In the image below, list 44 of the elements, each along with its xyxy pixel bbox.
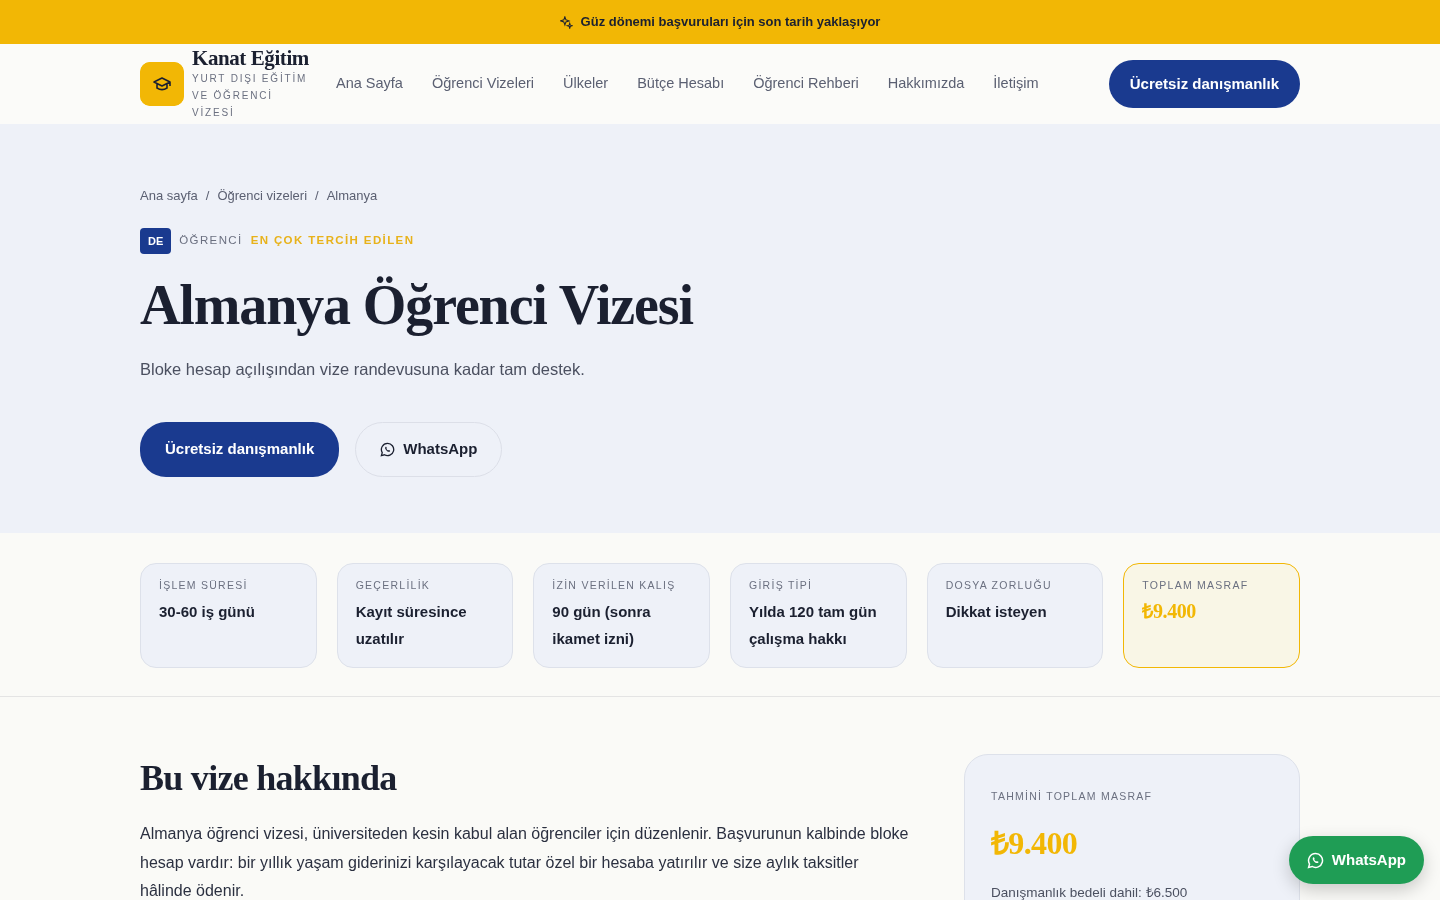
whatsapp-icon — [380, 441, 396, 457]
stat-value: ₺9.400 — [1142, 598, 1197, 624]
consultation-button[interactable]: Ücretsiz danışmanlık — [1108, 60, 1300, 108]
breadcrumb-separator: / — [315, 187, 319, 205]
whatsapp-icon — [1306, 851, 1324, 869]
breadcrumb-link[interactable]: Ana sayfa — [140, 186, 198, 206]
whatsapp-button[interactable]: WhatsApp — [1288, 836, 1424, 884]
breadcrumb-separator: / — [205, 187, 210, 205]
popular-tag: EN ÇOK TERCİH EDİLEN — [250, 232, 415, 250]
about-paragraph: Almanya öğrenci vizesi, üniversiteden kesin kabul alan öğrenciler için düzenlenir. Başvurunun kalbinde bloke hesap vardır: bir yıllık yaşam giderinizi karşılayacak tutar özel bir hesaba yatırılır ve size aylık taksitler hâlinde ödenir. — [140, 824, 910, 900]
nav-link[interactable]: Ana Sayfa — [336, 73, 403, 95]
stat-label: İŞLEM SÜRESİ — [159, 578, 249, 593]
stat-label: DOSYA ZORLUĞU — [945, 578, 1053, 593]
stat-value: 30-60 iş günü — [159, 601, 256, 622]
nav-link[interactable]: Öğrenci Vizeleri — [431, 73, 534, 95]
section-heading: Bu vize hakkında — [140, 757, 398, 800]
nav-link[interactable]: Ülkeler — [563, 73, 609, 95]
nav-link[interactable]: Hakkımızda — [887, 73, 965, 95]
hero-subtitle: Bloke hesap açılışından vize randevusuna kadar tam destek. — [140, 359, 586, 381]
announcement-text: Güz dönemi başvuruları için son tarih yaklaşıyor — [580, 13, 881, 32]
category-label: ÖĞRENCİ — [179, 233, 243, 249]
cost-note: Danışmanlık bedeli dahil: ₺6.500 — [991, 883, 1189, 900]
stat-value: 90 gün (sonra ikamet izni) — [552, 601, 652, 649]
cost-label: TAHMİNİ TOPLAM MASRAF — [991, 789, 1154, 804]
page-title: Almanya Öğrenci Vizesi — [140, 273, 695, 338]
stat-value: Kayıt süresince uzatılır — [355, 601, 468, 649]
stat-value: Dikkat isteyen — [945, 601, 1048, 622]
stat-label: GEÇERLİLİK — [355, 578, 432, 593]
brand-name[interactable]: Kanat Eğitim — [192, 46, 312, 71]
stat-label: GİRİŞ TİPİ — [749, 578, 814, 593]
consultation-button[interactable]: Ücretsiz danışmanlık — [140, 421, 340, 477]
stat-label: TOPLAM MASRAF — [1142, 578, 1250, 593]
stat-value: Yılda 120 tam gün çalışma hakkı — [749, 601, 878, 649]
nav-link[interactable]: Öğrenci Rehberi — [753, 73, 859, 95]
nav-link[interactable]: Bütçe Hesabı — [637, 73, 725, 95]
nav-link[interactable]: İletişim — [993, 73, 1039, 95]
graduation-cap-logo-icon[interactable] — [140, 62, 184, 106]
stat-label: İZİN VERİLEN KALIŞ — [552, 578, 677, 593]
breadcrumb-current: Almanya — [326, 187, 378, 205]
breadcrumb-link[interactable]: Öğrenci vizeleri — [217, 186, 308, 206]
sparkle-icon — [559, 15, 573, 29]
cost-amount: ₺9.400 — [991, 823, 1079, 863]
country-code-badge: DE — [140, 227, 172, 254]
brand-tagline: YURT DIŞI EĞİTİM VE ÖĞRENCİ VİZESİ — [192, 71, 309, 121]
